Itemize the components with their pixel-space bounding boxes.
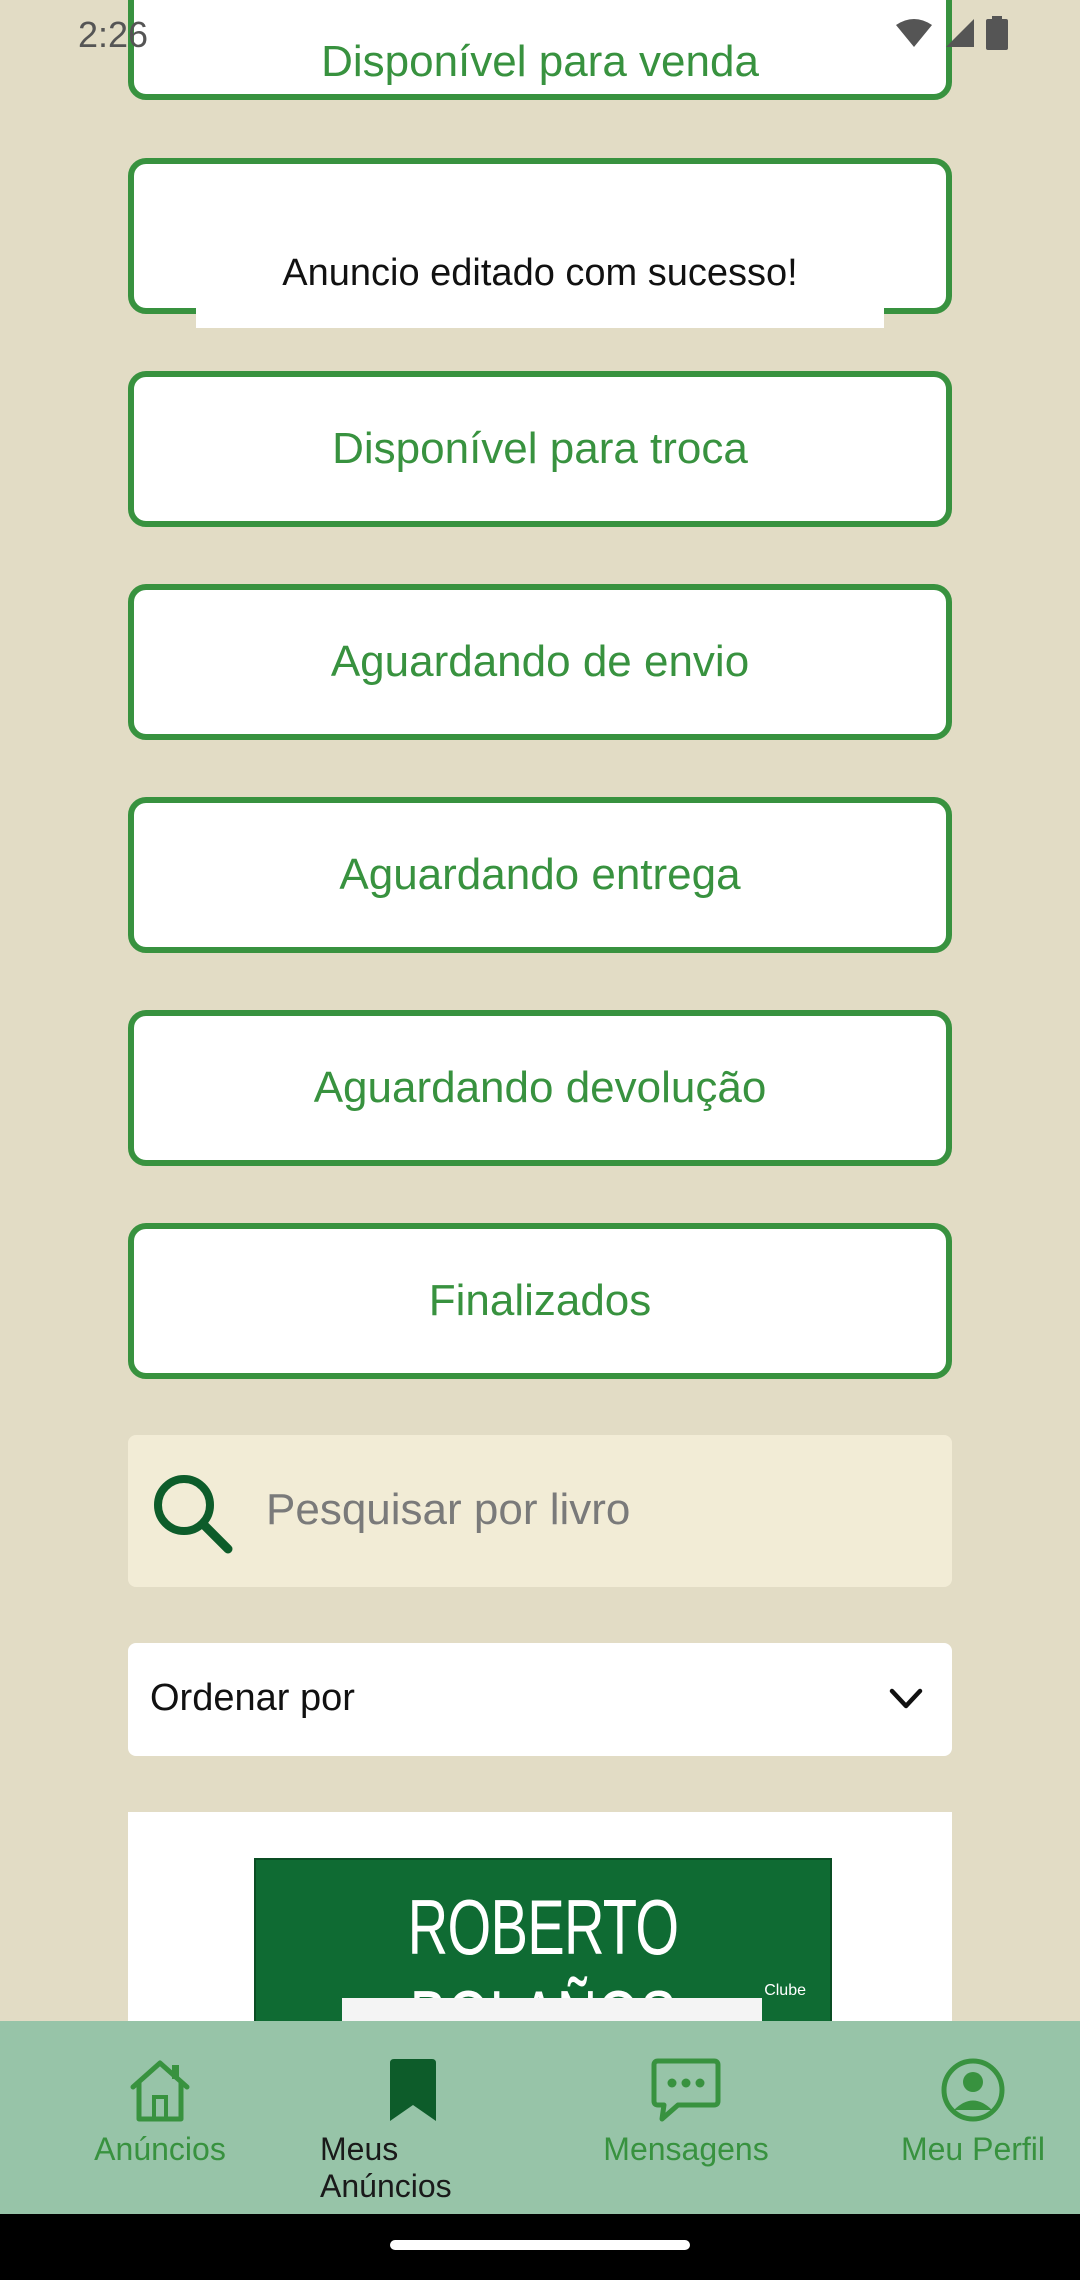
status-bar: 2:26 — [0, 0, 1080, 70]
home-gesture-handle[interactable] — [390, 2240, 690, 2250]
nav-item-meu-perfil[interactable]: Meu Perfil — [866, 2021, 1080, 2214]
book-listing-card[interactable]: ROBERTO BOLAÑOS Clube — [128, 1812, 952, 2022]
filter-awaiting-shipment-button[interactable]: Aguardando de envio — [128, 584, 952, 740]
battery-icon — [986, 16, 1008, 50]
status-icons — [894, 16, 1008, 50]
system-gesture-bar — [0, 2214, 1080, 2280]
nav-label: Anúncios — [94, 2131, 226, 2167]
filter-label: Disponível para troca — [332, 424, 748, 473]
bookmark-icon — [390, 2059, 436, 2121]
nav-item-meus-anuncios[interactable]: Meus Anúncios — [320, 2021, 506, 2214]
filter-label: Aguardando de envio — [330, 637, 750, 686]
toast-message: Anuncio editado com sucesso! — [196, 218, 884, 328]
filter-label: Finalizados — [428, 1276, 652, 1325]
status-time: 2:26 — [78, 14, 149, 55]
book-cover-photo — [342, 1998, 762, 2022]
nav-item-anuncios[interactable]: Anúncios — [0, 2021, 320, 2214]
nav-label: Meus Anúncios — [320, 2131, 452, 2204]
sort-label: Ordenar por — [150, 1677, 355, 1719]
home-icon — [130, 2060, 190, 2122]
bottom-navigation: Anúncios Meus Anúncios Mensagens Meu Per… — [0, 2021, 1080, 2214]
filter-awaiting-return-button[interactable]: Aguardando devolução — [128, 1010, 952, 1166]
sort-dropdown[interactable]: Ordenar por — [128, 1643, 952, 1756]
book-cover-logo: Clube — [764, 1982, 806, 1999]
nav-label: Mensagens — [603, 2131, 769, 2167]
search-input[interactable]: Pesquisar por livro — [128, 1435, 952, 1587]
filter-label: Aguardando entrega — [339, 850, 741, 899]
cellular-signal-icon — [946, 19, 974, 47]
chat-icon — [651, 2058, 721, 2122]
filter-available-for-trade-button[interactable]: Disponível para troca — [128, 371, 952, 527]
search-placeholder: Pesquisar por livro — [266, 1485, 631, 1534]
chevron-down-icon — [889, 1688, 923, 1709]
nav-label: Meu Perfil — [900, 2131, 1046, 2167]
nav-item-mensagens[interactable]: Mensagens — [506, 2021, 866, 2214]
profile-icon — [941, 2058, 1005, 2122]
wifi-icon — [896, 19, 932, 47]
filter-finished-button[interactable]: Finalizados — [128, 1223, 952, 1379]
filter-awaiting-delivery-button[interactable]: Aguardando entrega — [128, 797, 952, 953]
filter-label: Aguardando devolução — [313, 1063, 767, 1112]
search-icon — [154, 1475, 233, 1554]
book-cover-image: ROBERTO BOLAÑOS Clube — [254, 1858, 832, 2022]
